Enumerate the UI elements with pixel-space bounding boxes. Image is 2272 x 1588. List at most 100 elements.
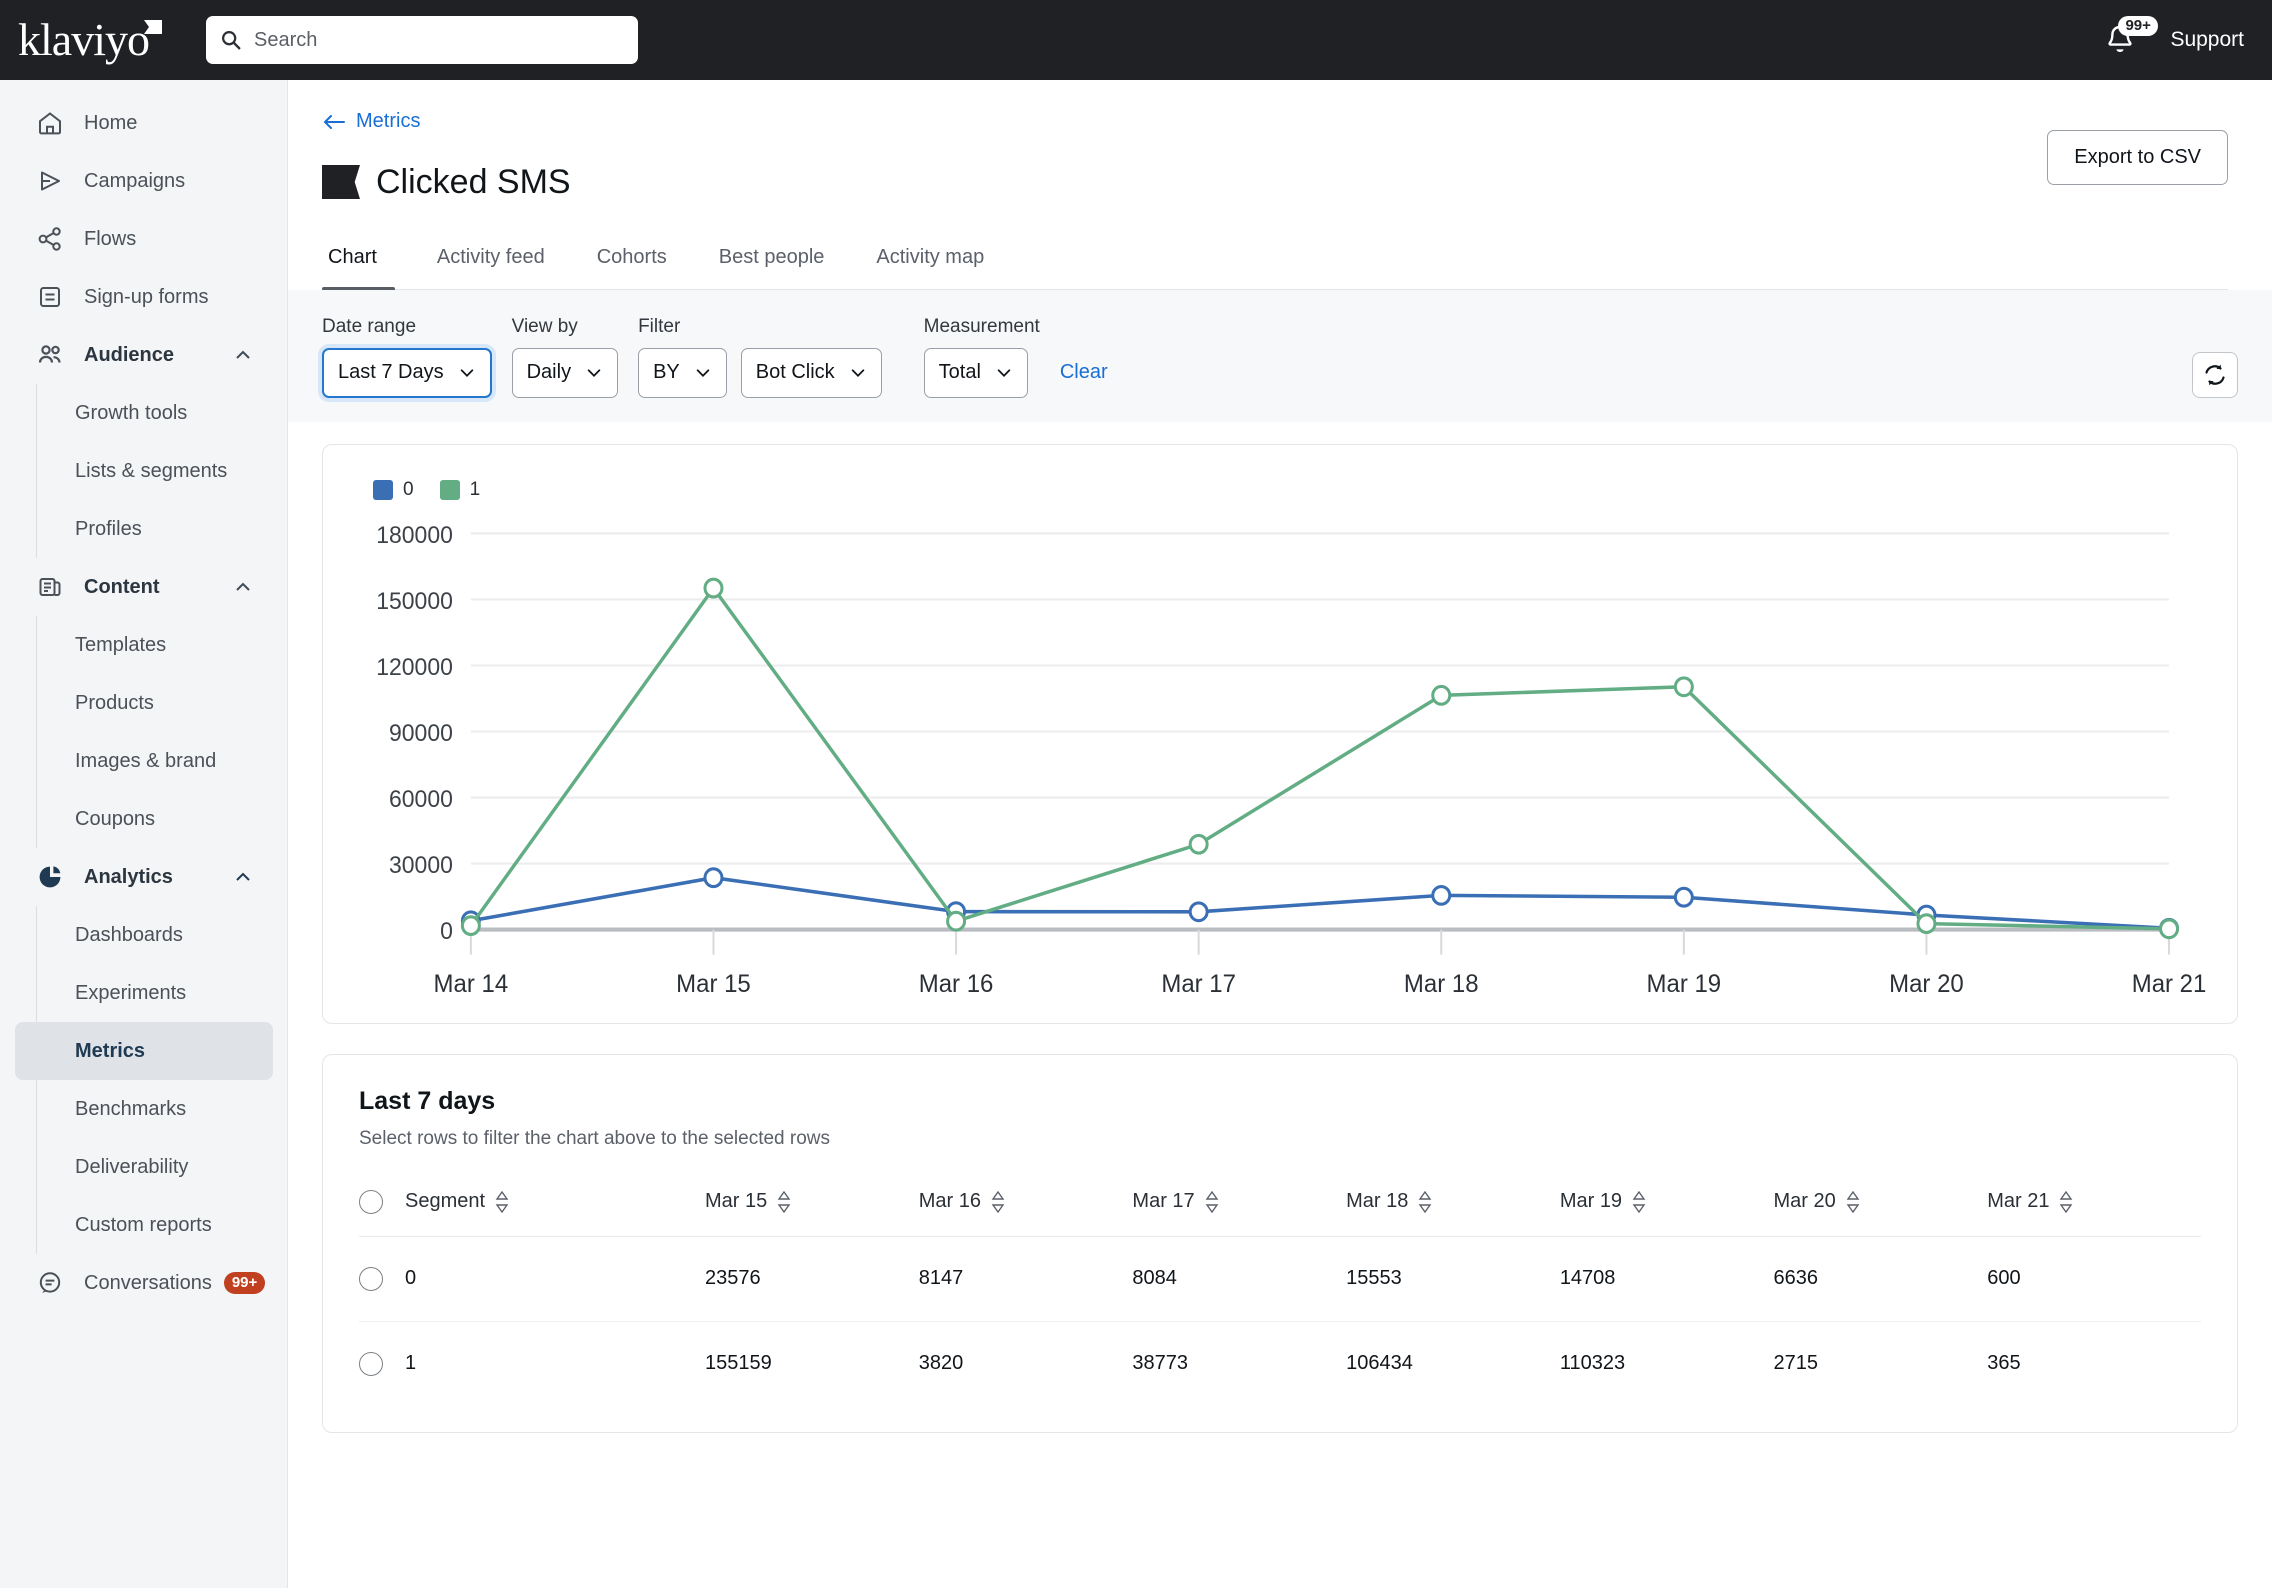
tab-activity-map[interactable]: Activity map	[850, 246, 1010, 289]
clear-filters-link[interactable]: Clear	[1060, 361, 1108, 384]
filter-value-select[interactable]: Bot Click	[740, 347, 882, 398]
breadcrumb-back-metrics[interactable]: Metrics	[322, 110, 420, 133]
chevron-down-icon	[460, 368, 473, 377]
signup-forms-icon	[40, 287, 60, 307]
sidebar-subgroup-audience: Growth tools Lists & segments Profiles	[36, 384, 287, 558]
table-head: Segment Mar 15 Mar 16 Mar 17 Mar 18 Mar …	[359, 1177, 2201, 1237]
column-label: Mar 16	[918, 1190, 981, 1212]
svg-text:180000: 180000	[376, 523, 453, 548]
svg-text:30000: 30000	[389, 851, 453, 878]
sidebar-item-label: Sign-up forms	[84, 285, 209, 308]
select-all-header	[359, 1177, 405, 1237]
svg-text:Mar 17: Mar 17	[1161, 970, 1236, 998]
sidebar-item-label: Products	[75, 691, 154, 714]
title-row: Clicked SMS	[322, 163, 2228, 202]
tab-activity-feed[interactable]: Activity feed	[411, 246, 571, 289]
row-radio[interactable]	[359, 1351, 383, 1376]
legend-item-0[interactable]: 0	[373, 479, 414, 501]
sidebar-item-experiments[interactable]: Experiments	[37, 964, 273, 1022]
search-icon	[222, 31, 241, 50]
chevron-down-icon	[696, 368, 710, 377]
column-header-mar-20[interactable]: Mar 20	[1773, 1177, 1988, 1237]
audience-icon	[38, 345, 61, 363]
sidebar-item-flows[interactable]: Flows	[14, 210, 273, 268]
sidebar-item-label: Coupons	[75, 807, 156, 830]
sidebar-item-label: Experiments	[75, 981, 187, 1004]
table-row[interactable]: 1 155159 3820 38773 106434 110323 2715 3…	[359, 1321, 2201, 1406]
filter-value: Bot Click	[755, 361, 835, 383]
refresh-button[interactable]	[2192, 351, 2238, 398]
select-all-radio[interactable]	[359, 1189, 383, 1214]
sidebar-group-content[interactable]: Content	[14, 558, 273, 616]
page-header: Metrics Clicked SMS Export to CSV Chart …	[288, 80, 2272, 291]
view-by-select[interactable]: Daily	[511, 347, 619, 398]
sidebar-item-images-brand[interactable]: Images & brand	[37, 732, 273, 790]
campaigns-icon	[41, 171, 60, 191]
sidebar-item-templates[interactable]: Templates	[37, 616, 273, 674]
sidebar-item-lists-segments[interactable]: Lists & segments	[37, 442, 273, 500]
column-header-mar-15[interactable]: Mar 15	[705, 1177, 919, 1237]
sidebar-subgroup-analytics: Dashboards Experiments Metrics Benchmark…	[15, 906, 287, 1254]
column-header-mar-18[interactable]: Mar 18	[1346, 1177, 1560, 1237]
klaviyo-logo[interactable]: klaviyo	[18, 17, 168, 63]
row-radio[interactable]	[359, 1266, 383, 1291]
sidebar-item-growth-tools[interactable]: Growth tools	[37, 384, 273, 442]
sidebar-group-audience[interactable]: Audience	[14, 326, 273, 384]
legend-item-1[interactable]: 1	[439, 478, 481, 501]
view-by-field: View by Daily	[511, 316, 619, 398]
sidebar-item-profiles[interactable]: Profiles	[37, 500, 273, 558]
search-box[interactable]	[206, 16, 638, 64]
arrow-left-icon	[324, 114, 345, 129]
sidebar-item-label: Home	[84, 111, 138, 134]
measurement-select[interactable]: Total	[923, 347, 1028, 398]
support-link[interactable]: Support	[2170, 28, 2244, 52]
sidebar-item-metrics[interactable]: Metrics	[15, 1022, 273, 1080]
cell-mar-18: 106434	[1346, 1352, 1413, 1374]
data-table-card: Last 7 days Select rows to filter the ch…	[322, 1053, 2238, 1433]
sidebar-item-deliverability[interactable]: Deliverability	[37, 1138, 273, 1196]
cell-mar-17: 8084	[1132, 1236, 1347, 1322]
tab-cohorts[interactable]: Cohorts	[571, 246, 693, 289]
table-title: Last 7 days	[359, 1086, 496, 1115]
notifications-button[interactable]: 99+	[2100, 16, 2158, 60]
sidebar-item-conversations[interactable]: Conversations 99+	[14, 1254, 273, 1312]
sidebar-item-label: Dashboards	[75, 923, 183, 946]
table-row[interactable]: 0 23576 8147 8084 15553 14708 6636 600	[359, 1236, 2201, 1322]
svg-text:0: 0	[440, 917, 453, 944]
column-label: Mar 15	[705, 1190, 768, 1212]
search-input[interactable]	[254, 28, 594, 52]
top-bar-right: 99+ Support	[2100, 0, 2244, 80]
sidebar-item-label: Flows	[84, 227, 137, 250]
column-header-mar-16[interactable]: Mar 16	[918, 1177, 1133, 1237]
sidebar: Home Campaigns Flows Sign-up forms Audie…	[0, 80, 288, 1588]
tab-chart[interactable]: Chart	[322, 246, 411, 291]
export-to-csv-button[interactable]: Export to CSV	[2047, 130, 2228, 185]
chevron-down-icon	[997, 368, 1011, 377]
sidebar-item-campaigns[interactable]: Campaigns	[14, 152, 273, 210]
sidebar-item-label: Profiles	[75, 517, 142, 540]
column-header-segment[interactable]: Segment	[405, 1177, 705, 1237]
sidebar-item-sign-up-forms[interactable]: Sign-up forms	[14, 268, 273, 326]
sort-icon	[991, 1190, 1005, 1213]
sidebar-item-home[interactable]: Home	[14, 94, 273, 152]
column-header-mar-21[interactable]: Mar 21	[1987, 1177, 2201, 1237]
legend-label: 1	[469, 478, 481, 500]
tab-best-people[interactable]: Best people	[693, 246, 851, 289]
column-header-mar-19[interactable]: Mar 19	[1559, 1177, 1774, 1237]
column-header-mar-17[interactable]: Mar 17	[1132, 1177, 1347, 1237]
sidebar-item-benchmarks[interactable]: Benchmarks	[37, 1080, 273, 1138]
sidebar-group-analytics[interactable]: Analytics	[14, 848, 273, 906]
date-range-value: Last 7 Days	[338, 361, 444, 383]
chart-card: 0 1 0 30000 60000 90000 120000 150000 180000 Ma…	[322, 443, 2238, 1024]
cell-mar-21: 365	[1987, 1352, 2021, 1374]
sidebar-item-products[interactable]: Products	[37, 674, 273, 732]
sidebar-item-label: Growth tools	[75, 401, 188, 424]
sidebar-item-dashboards[interactable]: Dashboards	[37, 906, 273, 964]
sort-icon	[1418, 1190, 1432, 1213]
column-label: Segment	[405, 1190, 486, 1212]
date-range-select[interactable]: Last 7 Days	[322, 347, 492, 398]
sort-icon	[1632, 1190, 1646, 1213]
filter-operator-select[interactable]: BY	[638, 347, 727, 398]
sidebar-item-coupons[interactable]: Coupons	[37, 790, 273, 848]
sidebar-item-custom-reports[interactable]: Custom reports	[37, 1196, 273, 1254]
